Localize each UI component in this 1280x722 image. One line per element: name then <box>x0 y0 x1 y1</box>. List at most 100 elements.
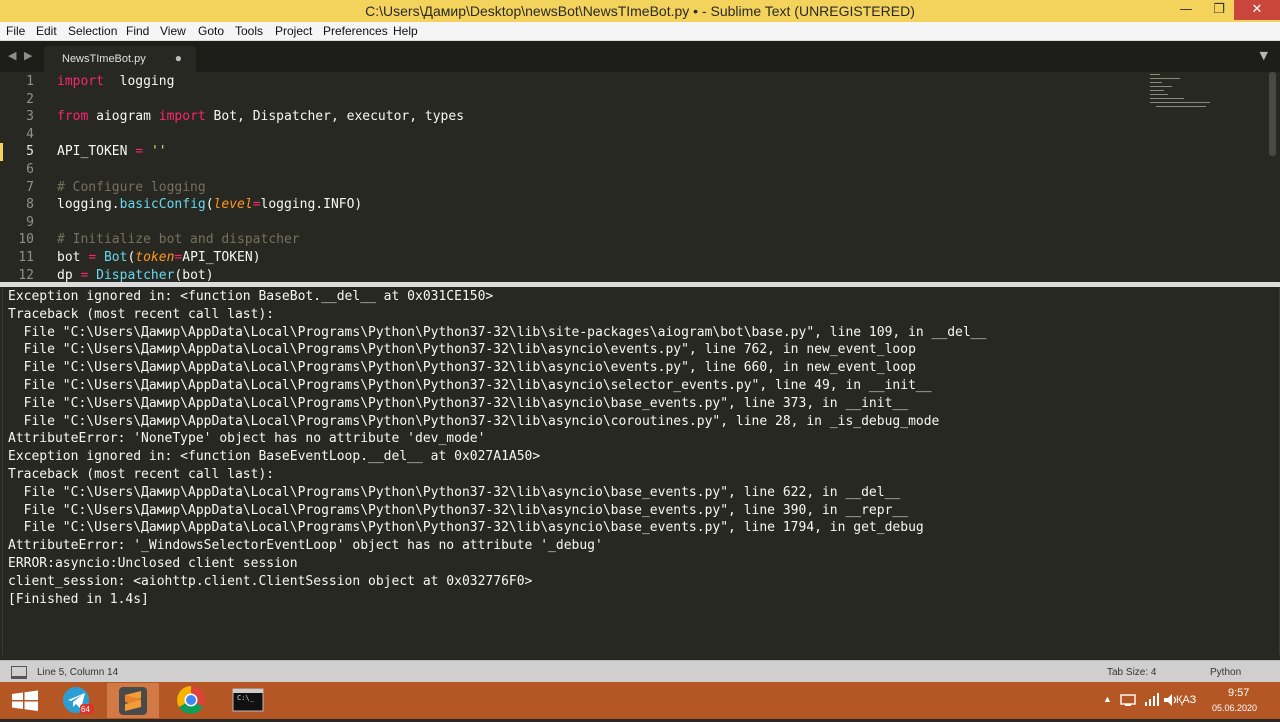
menu-goto[interactable]: Goto <box>198 24 224 38</box>
code-editor[interactable]: 1 import logging 2 3 from aiogram import Bot… <box>0 72 1280 282</box>
output-line: File "C:\Users\Дамир\AppData\Local\Progr… <box>8 502 909 518</box>
menu-bar: File Edit Selection Find View Goto Tools… <box>0 22 1280 41</box>
telegram-icon <box>63 687 94 714</box>
code-line[interactable]: 8 logging.basicConfig(level=logging.INFO) <box>0 196 1140 214</box>
taskbar-chrome[interactable] <box>165 683 217 718</box>
code-line[interactable]: 9 <box>0 214 1140 232</box>
line-number: 5 <box>26 144 34 160</box>
code-token: aiogram <box>88 109 159 125</box>
output-line: File "C:\Users\Дамир\AppData\Local\Progr… <box>8 378 932 393</box>
build-output-panel[interactable]: Exception ignored in: <function BaseBot.… <box>2 287 1280 655</box>
menu-help[interactable]: Help <box>393 24 418 38</box>
cmd-label: C:\_ <box>237 694 254 702</box>
code-line[interactable]: 6 <box>0 161 1140 179</box>
start-button[interactable] <box>0 683 52 718</box>
menu-tools[interactable]: Tools <box>235 24 263 38</box>
output-line: AttributeError: 'NoneType' object has no… <box>8 431 486 447</box>
clock-date[interactable]: 05.06.2020 <box>1212 703 1257 713</box>
code-line[interactable]: 1 import logging <box>0 73 1140 91</box>
output-line: File "C:\Users\Дамир\AppData\Local\Progr… <box>8 484 901 500</box>
menu-selection[interactable]: Selection <box>68 24 117 38</box>
taskbar-sublime[interactable] <box>107 683 159 718</box>
code-line[interactable]: 5 API_TOKEN = '' <box>0 143 1140 161</box>
code-line[interactable]: 3 from aiogram import Bot, Dispatcher, ex… <box>0 108 1140 126</box>
syntax-selector[interactable]: Python <box>1210 667 1241 678</box>
code-token: ( <box>205 197 214 213</box>
code-token: '' <box>150 144 167 160</box>
line-number: 7 <box>26 179 34 195</box>
clock-time[interactable]: 9:57 <box>1228 687 1249 699</box>
tab-size-selector[interactable]: Tab Size: 4 <box>1107 667 1156 678</box>
telegram-badge: 64 <box>81 705 90 714</box>
menu-find[interactable]: Find <box>126 24 149 38</box>
network-icon[interactable] <box>1120 693 1138 707</box>
signal-icon[interactable] <box>1144 693 1160 707</box>
output-line: Exception ignored in: <function BaseEven… <box>8 449 541 465</box>
tray-expand-icon[interactable]: ▲ <box>1103 694 1112 704</box>
output-line: Traceback (most recent call last): <box>8 306 275 322</box>
code-text: dp = Dispatcher(bot) <box>57 267 214 282</box>
menu-preferences[interactable]: Preferences <box>323 24 388 38</box>
code-token: Bot, Dispatcher, executor, types <box>205 109 465 125</box>
line-number: 4 <box>26 126 34 142</box>
menu-file[interactable]: File <box>6 24 25 38</box>
code-token: Dispatcher <box>96 267 175 282</box>
code-token: (bot) <box>174 267 214 282</box>
minimize-button[interactable]: — <box>1170 0 1202 20</box>
line-number: 8 <box>26 197 34 213</box>
code-token: Bot <box>103 250 128 265</box>
menu-project[interactable]: Project <box>275 24 312 38</box>
menu-view[interactable]: View <box>160 24 186 38</box>
code-token: token <box>135 250 175 265</box>
minimize-icon: — <box>1179 2 1193 17</box>
taskbar-cmd[interactable]: C:\_ <box>222 683 274 718</box>
output-line: File "C:\Users\Дамир\AppData\Local\Progr… <box>8 520 924 536</box>
code-text: bot = Bot(token=API_TOKEN) <box>57 249 261 267</box>
code-line[interactable]: 12 dp = Dispatcher(bot) <box>0 267 1140 282</box>
taskbar-telegram[interactable]: 64 <box>52 683 104 718</box>
minimap[interactable] <box>1148 72 1268 132</box>
line-number: 11 <box>18 250 34 265</box>
tab-newstimebot[interactable]: NewsTImeBot.py ● <box>44 46 196 72</box>
code-token: = <box>252 197 261 213</box>
code-token: basicConfig <box>119 197 206 213</box>
code-token: level <box>213 197 253 213</box>
tab-nav-arrows-icon[interactable]: ◀ ▶ <box>8 49 34 62</box>
code-line[interactable]: 11 bot = Bot(token=API_TOKEN) <box>0 249 1140 267</box>
code-line[interactable]: 2 <box>0 91 1140 109</box>
close-button[interactable]: ✕ <box>1234 0 1280 20</box>
menu-edit[interactable]: Edit <box>36 24 57 38</box>
status-bar: Line 5, Column 14 Tab Size: 4 Python <box>0 660 1280 683</box>
code-token: bot <box>57 250 89 265</box>
keyboard-language[interactable]: ҚАЗ <box>1176 694 1196 706</box>
code-line[interactable]: 10 # Initialize bot and dispatcher <box>0 231 1140 249</box>
editor-scrollbar[interactable] <box>1269 72 1276 156</box>
code-token: = <box>135 144 144 160</box>
code-token: logging.INFO) <box>260 197 363 213</box>
panel-toggle-icon[interactable] <box>11 666 27 679</box>
code-text: import logging <box>57 73 174 91</box>
output-line: ERROR:asyncio:Unclosed client session <box>8 556 298 571</box>
modified-dot-icon[interactable]: ● <box>175 51 182 65</box>
code-token: logging. <box>57 197 120 213</box>
code-token: import <box>158 109 206 125</box>
cursor-position: Line 5, Column 14 <box>37 667 119 678</box>
code-line[interactable]: 7 # Configure logging <box>0 179 1140 197</box>
tab-dropdown-icon[interactable]: ▼ <box>1260 49 1268 62</box>
code-token: # Initialize bot and dispatcher <box>57 232 300 248</box>
output-line: File "C:\Users\Дамир\AppData\Local\Progr… <box>8 342 916 358</box>
code-token: # Configure logging <box>57 179 206 195</box>
code-token: logging <box>103 74 175 89</box>
code-token: import <box>57 74 104 89</box>
maximize-button[interactable]: ❐ <box>1203 0 1235 20</box>
code-token: = <box>88 250 97 265</box>
output-line: File "C:\Users\Дамир\AppData\Local\Progr… <box>8 360 916 376</box>
code-text: from aiogram import Bot, Dispatcher, exe… <box>57 108 464 126</box>
code-line[interactable]: 4 <box>0 126 1140 144</box>
maximize-icon: ❐ <box>1213 2 1225 17</box>
code-text: logging.basicConfig(level=logging.INFO) <box>57 196 362 214</box>
line-number: 9 <box>26 214 34 230</box>
